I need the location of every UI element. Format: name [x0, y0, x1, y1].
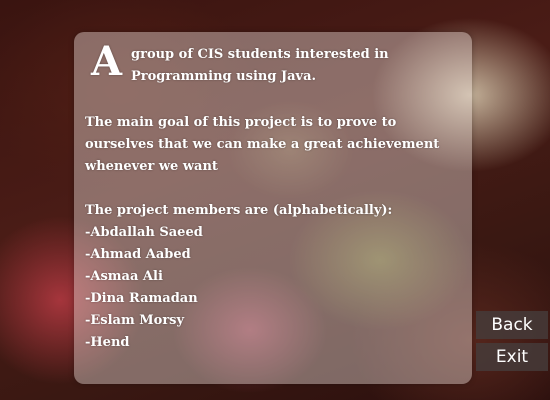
- members-list: The project members are (alphabetically)…: [85, 200, 469, 354]
- dropcap-letter: A: [91, 38, 123, 85]
- member-item: -Ahmad Aabed: [85, 247, 191, 262]
- member-item: -Hend: [85, 335, 130, 350]
- exit-button[interactable]: Exit: [476, 343, 548, 371]
- member-item: -Asmaa Ali: [85, 269, 163, 284]
- intro-line-1: group of CIS students interested in: [131, 47, 389, 62]
- about-text: A group of CIS students interested in Pr…: [85, 40, 469, 354]
- member-item: -Eslam Morsy: [85, 313, 185, 328]
- members-heading: The project members are (alphabetically)…: [85, 203, 393, 218]
- member-item: -Abdallah Saeed: [85, 225, 203, 240]
- back-button[interactable]: Back: [476, 311, 548, 339]
- project-goal: The main goal of this project is to prov…: [85, 115, 440, 174]
- intro-line-2: Programming using Java.: [131, 69, 317, 84]
- intro: A group of CIS students interested in Pr…: [85, 40, 469, 90]
- member-item: -Dina Ramadan: [85, 291, 198, 306]
